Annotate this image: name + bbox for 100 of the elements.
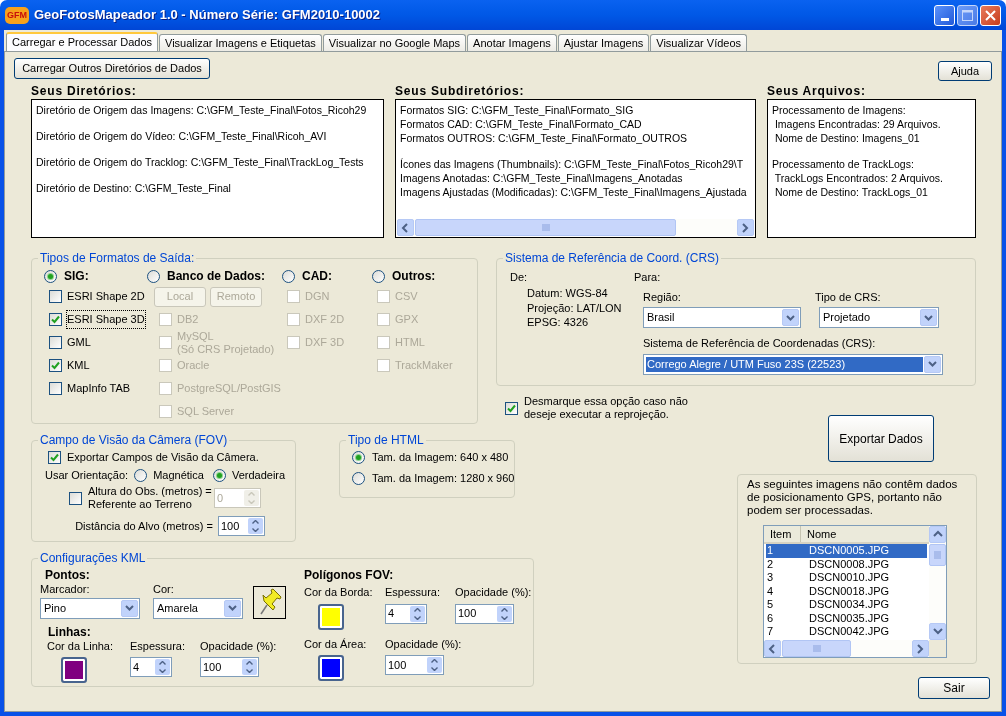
crs-dropdown[interactable]: Corrego Alegre / UTM Fuso 23S (22523) — [643, 353, 943, 375]
radio-button[interactable] — [134, 468, 148, 482]
option-label: KML — [67, 358, 90, 374]
tab[interactable]: Anotar Imagens — [467, 34, 557, 51]
scroll-thumb[interactable] — [929, 544, 946, 566]
spin-arrows-icon — [410, 605, 425, 622]
horizontal-scrollbar[interactable] — [764, 640, 929, 657]
field-label: Opacidade (%): — [200, 638, 277, 654]
radio-button[interactable] — [282, 269, 295, 283]
checkbox[interactable] — [49, 336, 62, 349]
group-title: Tipos de Formatos de Saída: — [39, 252, 196, 265]
color-swatch[interactable] — [61, 657, 87, 683]
crs-type-dropdown[interactable]: Projetado — [819, 307, 939, 328]
horizontal-scrollbar[interactable] — [397, 219, 754, 236]
list-row[interactable]: 4 DSCN0018.JPG — [766, 584, 927, 598]
option-label: DB2 — [177, 312, 199, 328]
column-header[interactable]: Nome — [801, 525, 929, 543]
scroll-arrow-button[interactable] — [929, 623, 946, 640]
app-logo: GFM — [5, 6, 29, 24]
list-row[interactable]: 6 DSCN0035.JPG — [766, 611, 927, 625]
text-line: Datum: WGS-84 — [526, 286, 609, 301]
exit-button[interactable]: Sair — [918, 677, 990, 699]
text-line: Formatos CAD: C:\GFM_Teste_Final\Formato_CAD — [400, 117, 642, 131]
radio-button[interactable] — [352, 472, 365, 485]
region-dropdown[interactable]: Brasil — [643, 307, 801, 328]
scroll-arrow-button[interactable] — [397, 219, 414, 236]
text-line: Formatos OUTROS: C:\GFM_Teste_Final\Formato_OUTROS — [400, 131, 688, 145]
number-field[interactable]: 100 — [455, 603, 514, 624]
radio-button[interactable] — [212, 468, 226, 482]
section-heading: Seus Diretórios: — [31, 84, 138, 99]
table-cell-text: DSCN0010.JPG — [808, 571, 891, 585]
load-directories-button[interactable]: Carregar Outros Diretórios de Dados — [14, 58, 210, 79]
color-swatch[interactable] — [318, 655, 344, 681]
tab[interactable]: Visualizar no Google Maps — [322, 34, 467, 51]
text-line: Processamento de Imagens: — [772, 103, 906, 117]
number-field[interactable]: 4 — [130, 657, 172, 677]
option-label: PostgreSQL/PostGIS — [177, 381, 281, 397]
checkbox[interactable] — [49, 359, 62, 372]
spin-arrows-icon — [497, 605, 512, 622]
number-field[interactable]: 100 — [218, 516, 265, 536]
export-button[interactable]: Exportar Dados — [828, 415, 934, 462]
number-field[interactable]: 100 — [200, 657, 259, 677]
checkbox[interactable] — [49, 382, 62, 395]
checkbox[interactable] — [49, 290, 62, 303]
text-line: Processamento de TrackLogs: — [772, 157, 914, 171]
text-line: TrackLogs Encontrados: 2 Arquivos. — [773, 171, 943, 185]
list-row[interactable]: 3 DSCN0010.JPG — [766, 571, 927, 585]
list-row[interactable]: 1 DSCN0005.JPG — [766, 544, 927, 558]
radio-button[interactable] — [372, 269, 385, 283]
number-field[interactable]: 4 — [385, 603, 427, 624]
radio-button[interactable] — [352, 451, 365, 464]
checkbox[interactable] — [49, 313, 62, 326]
marker-dropdown[interactable]: Pino — [40, 597, 140, 619]
group-title: Sistema de Referência de Coord. (CRS) — [504, 252, 721, 265]
close-icon — [985, 9, 996, 21]
list-row[interactable]: 7 DSCN0042.JPG — [766, 625, 927, 639]
tab[interactable]: Carregar e Processar Dados — [6, 32, 158, 51]
section-heading: Polígonos FOV: — [304, 567, 395, 581]
number-field[interactable]: 100 — [385, 655, 444, 675]
grip-icon — [541, 224, 550, 231]
text-line: Diretório de Origem do Tracklog: C:\GFM_Teste_Final\TrackLog_Tests — [36, 155, 364, 169]
group-title: Campo de Visão da Câmera (FOV) — [39, 434, 229, 447]
color-dropdown[interactable]: Amarela — [153, 597, 243, 619]
list-row[interactable]: 2 DSCN0008.JPG — [766, 557, 927, 571]
option-label: MySQL (Só CRS Projetado) — [177, 329, 275, 356]
field-label: Espessura: — [385, 585, 442, 600]
scroll-arrow-button[interactable] — [912, 640, 929, 657]
color-swatch[interactable] — [318, 603, 344, 630]
tab[interactable]: Ajustar Imagens — [557, 34, 650, 51]
field-label: Marcador: — [40, 582, 91, 597]
scroll-arrow-button[interactable] — [764, 640, 781, 657]
minimize-button[interactable] — [934, 4, 955, 26]
table-cell-text: DSCN0018.JPG — [808, 584, 891, 598]
column-header[interactable]: Item — [764, 525, 801, 543]
tab[interactable]: Visualizar Imagens e Etiquetas — [159, 34, 322, 51]
checkbox[interactable] — [48, 450, 61, 464]
vertical-scrollbar[interactable] — [929, 526, 946, 640]
field-label: Tam. da Imagem: 640 x 480 — [372, 450, 509, 466]
option-label: Desmarque essa opção caso não deseje executar a reprojeção. — [524, 395, 688, 421]
text-line: Ícones das Imagens (Thumbnails): C:\GFM_Teste_Final\Fotos_Ricoh29\T — [400, 157, 744, 171]
scroll-thumb[interactable] — [415, 219, 676, 236]
scroll-arrow-button[interactable] — [929, 526, 946, 543]
chevron-left-icon — [400, 222, 411, 233]
field-label: Exportar Campos de Visão da Câmera. — [67, 449, 259, 465]
help-button[interactable]: Ajuda — [938, 61, 992, 81]
table-cell-text: 5 — [766, 598, 775, 612]
option-label: DGN — [305, 289, 330, 305]
maximize-button[interactable] — [957, 4, 978, 26]
close-button[interactable] — [980, 4, 1001, 26]
option-label: ESRI Shape 2D — [67, 289, 145, 305]
radio-button[interactable] — [44, 269, 57, 283]
scroll-thumb[interactable] — [782, 640, 851, 657]
tab[interactable]: Visualizar Vídeos — [650, 34, 748, 51]
radio-button[interactable] — [147, 269, 160, 283]
list-row[interactable]: 5 DSCN0034.JPG — [766, 598, 927, 612]
table-cell-text: 1 — [766, 544, 775, 558]
maximize-icon — [962, 9, 973, 21]
chevron-right-icon — [740, 222, 751, 233]
checkbox[interactable] — [505, 401, 518, 415]
scroll-arrow-button[interactable] — [737, 219, 754, 236]
